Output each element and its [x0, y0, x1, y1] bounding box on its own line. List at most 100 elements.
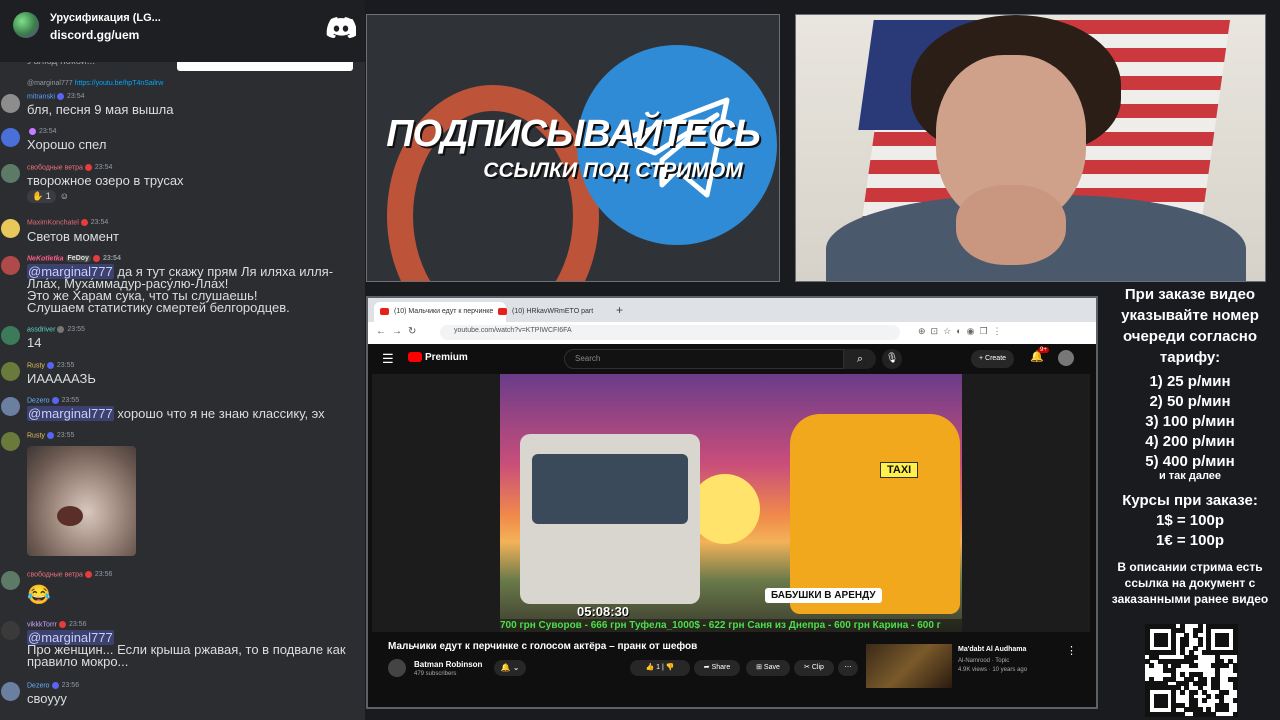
server-invite[interactable]: discord.gg/uem [50, 28, 139, 42]
browser-tab-active[interactable]: (10) Мальчики едут к перчинке [374, 302, 506, 322]
taxi-sign: TAXI [880, 462, 919, 478]
reply-link[interactable]: https://youtu.be/hpT4nSailrw [75, 80, 164, 87]
avatar[interactable] [1, 621, 20, 640]
username[interactable]: vikkkTorrr [27, 621, 57, 628]
promo-subtitle: ССЫЛКИ ПОД СТРИМОМ [483, 159, 743, 182]
qr-module [1184, 641, 1190, 647]
username[interactable]: свободные ветра [27, 571, 83, 578]
save-button[interactable]: ⊞ Save [746, 660, 790, 676]
message-meta: Dezero 23:55 [27, 397, 79, 404]
live-badge-icon [80, 219, 88, 226]
youtube-favicon-icon [380, 308, 389, 315]
recommended-thumbnail[interactable] [866, 644, 952, 688]
youtube-logo[interactable]: Premium [408, 352, 468, 363]
share-icon: ➦ [703, 664, 710, 671]
message-meta: assdriver 23:55 [27, 326, 85, 333]
recommended-title[interactable]: Ma'dabt Al Audhama [958, 646, 1026, 653]
reply-preview[interactable]: @marginal777 https://youtu.be/hpT4nSailr… [27, 80, 163, 87]
extension-icons[interactable]: ⊕⊡☆◐◉❐⋮ [918, 326, 1007, 337]
username[interactable]: Rusty [27, 362, 45, 369]
browser-tab[interactable]: (10) HRkavWRmETO part [492, 302, 624, 322]
like-dislike-button[interactable]: 👍 1 | 👎 [630, 660, 690, 676]
username[interactable]: MaximKonchatel [27, 219, 79, 226]
reply-user[interactable]: @marginal777 [27, 80, 73, 87]
clip-button[interactable]: ✂ Clip [794, 660, 834, 676]
username[interactable]: свободные ветра [27, 164, 83, 171]
notification-count: 9+ [1038, 347, 1049, 353]
url-text[interactable]: youtube.com/watch?v=KTPIWCFI6FA [454, 327, 572, 334]
account-avatar[interactable] [1058, 350, 1074, 366]
avatar[interactable] [1, 362, 20, 381]
qr-module [1223, 707, 1229, 713]
qr-module [1175, 663, 1181, 669]
subscribe-bell-button[interactable]: 🔔 ⌄ [494, 660, 526, 676]
save-label: Save [763, 664, 780, 671]
username[interactable]: NeKotletka [27, 255, 64, 262]
video-title: Мальчики едут к перчинке с голосом актёр… [388, 641, 698, 652]
message-text: 14 [27, 335, 42, 350]
new-tab-button[interactable]: + [616, 303, 623, 317]
avatar[interactable] [1, 432, 20, 451]
avatar[interactable] [1, 219, 20, 238]
timestamp: 23:56 [68, 621, 87, 629]
avatar[interactable] [1, 164, 20, 183]
rate-item: 2) 50 р/мин [1149, 393, 1231, 410]
truck-window [532, 454, 688, 524]
like-icon: 👍 [645, 664, 655, 671]
username[interactable]: Rusty [27, 432, 45, 439]
search-placeholder: Search [575, 354, 601, 363]
message-meta: свободные ветра 23:56 [27, 571, 112, 578]
create-button[interactable]: + Create [971, 350, 1015, 368]
username[interactable]: mitranski [27, 93, 55, 100]
avatar[interactable] [1, 571, 20, 590]
avatar[interactable] [1, 94, 20, 113]
reaction-chip[interactable]: ✋ 1 [27, 190, 56, 203]
username[interactable]: assdriver [27, 326, 55, 333]
more-vert-icon[interactable]: ⋮ [1066, 644, 1077, 657]
username[interactable]: Dezero [27, 397, 50, 404]
channel-name[interactable]: Batman Robinson [414, 660, 482, 669]
video-player[interactable]: TAXI БАБУШКИ В АРЕНДУ 05:08:30 700 грн С… [372, 374, 1090, 632]
avatar[interactable] [1, 128, 20, 147]
chat-header: Урусификация (LG... discord.gg/uem [0, 0, 365, 62]
channel-avatar[interactable] [388, 659, 406, 677]
attached-image[interactable] [27, 446, 136, 556]
rate-etc: и так далее [1158, 470, 1222, 482]
address-bar[interactable]: youtube.com/watch?v=KTPIWCFI6FA [440, 325, 900, 340]
more-actions-button[interactable]: ⋯ [838, 660, 858, 676]
timestamp: 23:55 [56, 432, 75, 440]
qr-module [1162, 702, 1168, 708]
qr-module [1149, 663, 1155, 669]
avatar[interactable] [1, 326, 20, 345]
avatar[interactable] [1, 256, 20, 275]
qr-module [1201, 680, 1207, 686]
avatar[interactable] [1, 682, 20, 701]
search-input[interactable]: Search [564, 349, 844, 369]
add-reaction-icon[interactable]: ☺ [60, 191, 69, 201]
browser-window: (10) Мальчики едут к перчинке (10) HRkav… [366, 296, 1098, 709]
avatar[interactable] [1, 397, 20, 416]
nav-buttons[interactable]: ←→↻ [376, 326, 422, 337]
clip-icon: ✂ [804, 664, 810, 671]
youtube-favicon-icon [498, 308, 507, 315]
qr-module [1206, 694, 1212, 700]
search-box[interactable] [177, 62, 353, 71]
qr-code[interactable] [1145, 624, 1238, 717]
hamburger-menu-icon[interactable]: ☰ [382, 351, 394, 367]
browser-toolbar: ←→↻ youtube.com/watch?v=KTPIWCFI6FA ⊕⊡☆◐… [368, 322, 1096, 345]
message-text: своууу [27, 691, 67, 706]
share-label: Share [711, 664, 731, 671]
share-button[interactable]: ➦ Share [694, 660, 740, 676]
donation-ticker: 700 грн Суворов - 666 грн Туфела_1000$ -… [500, 619, 962, 632]
server-icon[interactable] [13, 12, 39, 38]
message-meta: vikkkTorrr 23:56 [27, 621, 86, 628]
search-icon[interactable]: ⌕ [844, 349, 876, 369]
message-meta: Rusty 23:55 [27, 362, 74, 369]
username[interactable]: Dezero [27, 682, 50, 689]
microphone-icon[interactable]: 🎙 [882, 349, 902, 369]
qr-module [1193, 645, 1199, 651]
clip-label: Clip [811, 664, 824, 671]
mention[interactable]: @marginal777 [27, 406, 114, 421]
logo-text: Premium [425, 352, 468, 363]
qr-module [1232, 711, 1238, 717]
